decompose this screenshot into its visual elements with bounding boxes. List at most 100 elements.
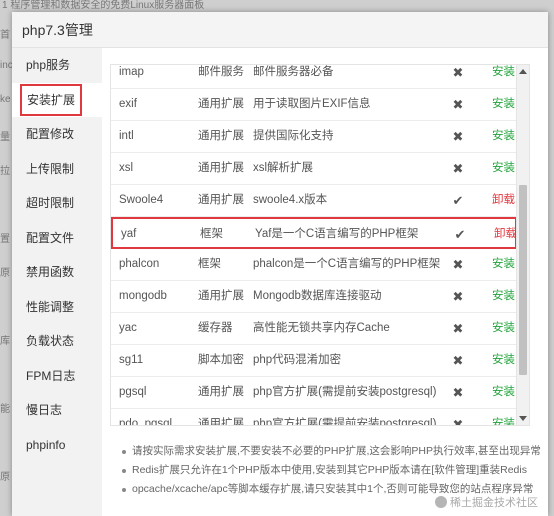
background-page-sidebar: 首 inc ke 量拉置原库能原 xyxy=(0,12,12,516)
extension-name: yac xyxy=(119,322,137,334)
not-installed-cross-icon: ✖ xyxy=(452,289,464,304)
dialog-content: imap 邮件服务 邮件服务器必备 ✖ 安装 exif 通用扩展 用于读取图片EXIF信息 ✖ 安… xyxy=(102,48,548,516)
extensions-table-body: imap 邮件服务 邮件服务器必备 ✖ 安装 exif 通用扩展 用于读取图片EXIF信息 ✖ 安… xyxy=(111,65,517,426)
juejin-logo-icon xyxy=(435,496,447,508)
uninstall-link[interactable]: 卸载 xyxy=(494,219,517,250)
sidebar-item-timeout-limit[interactable]: 超时限制 xyxy=(12,186,102,221)
extension-description: php官方扩展(需提前安装postgresql) xyxy=(253,418,437,426)
install-link[interactable]: 安装 xyxy=(492,249,515,280)
sidebar-item-performance[interactable]: 性能调整 xyxy=(12,290,102,325)
background-sidebar-fragment: 首 xyxy=(0,30,10,41)
extension-type: 通用扩展 xyxy=(198,386,244,398)
extension-type: 缓存器 xyxy=(198,322,233,334)
extension-type: 通用扩展 xyxy=(198,162,244,174)
background-sidebar-fragment: 原 xyxy=(0,268,10,279)
scroll-down-arrow-icon[interactable] xyxy=(519,416,527,421)
background-sidebar-fragment: 量 xyxy=(0,132,10,143)
extension-type: 通用扩展 xyxy=(198,98,244,110)
extension-type: 通用扩展 xyxy=(198,194,244,206)
extension-description: Mongodb数据库连接驱动 xyxy=(253,290,382,302)
dialog-title: php7.3管理 xyxy=(12,12,548,48)
extension-name: exif xyxy=(119,98,137,110)
sidebar-item-php-service[interactable]: php服务 xyxy=(12,48,102,83)
background-sidebar-fragment: 置 xyxy=(0,234,10,245)
install-link[interactable]: 安装 xyxy=(492,409,515,425)
background-sidebar-fragment: 拉 xyxy=(0,166,10,177)
extension-name: yaf xyxy=(121,228,137,240)
extension-description: swoole4.x版本 xyxy=(253,194,328,206)
note-item: Redis扩展只允许在1个PHP版本中使用,安装到其它PHP版本请在[软件管理]… xyxy=(120,461,540,480)
extension-row-swoole4: Swoole4 通用扩展 swoole4.x版本 ✔ 卸载 xyxy=(111,185,517,217)
extensions-table[interactable]: imap 邮件服务 邮件服务器必备 ✖ 安装 exif 通用扩展 用于读取图片EXIF信息 ✖ 安… xyxy=(110,64,530,426)
extension-type: 通用扩展 xyxy=(198,130,244,142)
sidebar-item-config-file[interactable]: 配置文件 xyxy=(12,221,102,256)
install-link[interactable]: 安装 xyxy=(492,153,515,184)
sidebar-item-install-extensions[interactable]: 安装扩展 xyxy=(12,82,102,117)
extension-description: phalcon是一个C语言编写的PHP框架 xyxy=(253,258,441,270)
watermark: 稀土掘金技术社区 xyxy=(435,494,538,510)
extension-type: 通用扩展 xyxy=(198,418,244,426)
sidebar-item-load-status[interactable]: 负载状态 xyxy=(12,324,102,359)
not-installed-cross-icon: ✖ xyxy=(452,353,464,368)
note-item: 请按实际需求安装扩展,不要安装不必要的PHP扩展,这会影响PHP执行效率,甚至出… xyxy=(120,442,541,461)
extension-row-phalcon: phalcon 框架 phalcon是一个C语言编写的PHP框架 ✖ 安装 xyxy=(111,249,517,281)
extension-description: 提供国际化支持 xyxy=(253,130,334,142)
sidebar-item-fpm-log[interactable]: FPM日志 xyxy=(12,359,102,394)
extension-row-sg11: sg11 脚本加密 php代码混淆加密 ✖ 安装 xyxy=(111,345,517,377)
extension-name: xsl xyxy=(119,162,134,174)
extension-row-yac: yac 缓存器 高性能无锁共享内存Cache ✖ 安装 xyxy=(111,313,517,345)
extension-description: php官方扩展(需提前安装postgresql) xyxy=(253,386,437,398)
not-installed-cross-icon: ✖ xyxy=(452,97,464,112)
background-page-edge xyxy=(548,12,554,516)
extension-name: phalcon xyxy=(119,258,160,270)
sidebar-item-config-edit[interactable]: 配置修改 xyxy=(12,117,102,152)
dialog-sidebar: php服务 安装扩展 配置修改 上传限制 超时限制 配置文件 禁用函数 性能调整… xyxy=(12,48,102,516)
watermark-text: 稀土掘金技术社区 xyxy=(450,497,538,509)
extension-type: 邮件服务 xyxy=(198,66,244,78)
extension-row-exif: exif 通用扩展 用于读取图片EXIF信息 ✖ 安装 xyxy=(111,89,517,121)
background-sidebar-fragment: inc xyxy=(0,60,12,71)
not-installed-cross-icon: ✖ xyxy=(452,161,464,176)
background-sidebar-fragment: ke xyxy=(0,94,11,105)
scroll-up-arrow-icon[interactable] xyxy=(519,69,527,74)
notes-list: 请按实际需求安装扩展,不要安装不必要的PHP扩展,这会影响PHP执行效率,甚至出… xyxy=(120,442,541,499)
sidebar-item-slow-log[interactable]: 慢日志 xyxy=(12,393,102,428)
not-installed-cross-icon: ✖ xyxy=(452,65,464,80)
install-link[interactable]: 安装 xyxy=(492,121,515,152)
extension-name: Swoole4 xyxy=(119,194,164,206)
scrollbar-thumb[interactable] xyxy=(519,185,527,375)
extension-name: pdo_pgsql xyxy=(119,418,173,426)
extension-description: 邮件服务器必备 xyxy=(253,66,334,78)
extension-name: pgsql xyxy=(119,386,147,398)
uninstall-link[interactable]: 卸载 xyxy=(492,185,515,216)
extension-type: 框架 xyxy=(198,258,221,270)
table-scrollbar[interactable] xyxy=(516,65,529,425)
install-link[interactable]: 安装 xyxy=(492,281,515,312)
extension-row-yaf: yaf 框架 Yaf是一个C语言编写的PHP框架 ✔ 卸载 xyxy=(111,217,517,249)
install-link[interactable]: 安装 xyxy=(492,65,515,88)
background-page-title: 1 程序管理和数据安全的免费Linux服务器面板 xyxy=(2,0,205,11)
install-link[interactable]: 安装 xyxy=(492,377,515,408)
sidebar-item-phpinfo[interactable]: phpinfo xyxy=(12,428,102,463)
sidebar-item-disabled-functions[interactable]: 禁用函数 xyxy=(12,255,102,290)
install-link[interactable]: 安装 xyxy=(492,313,515,344)
installed-check-icon: ✔ xyxy=(452,193,464,208)
extension-row-pdo_pgsql: pdo_pgsql 通用扩展 php官方扩展(需提前安装postgresql) ✖ 安装 xyxy=(111,409,517,426)
extension-description: 高性能无锁共享内存Cache xyxy=(253,322,390,334)
extension-row-intl: intl 通用扩展 提供国际化支持 ✖ 安装 xyxy=(111,121,517,153)
extension-description: php代码混淆加密 xyxy=(253,354,342,366)
not-installed-cross-icon: ✖ xyxy=(452,321,464,336)
sidebar-item-upload-limit[interactable]: 上传限制 xyxy=(12,152,102,187)
extension-row-xsl: xsl 通用扩展 xsl解析扩展 ✖ 安装 xyxy=(111,153,517,185)
extension-type: 脚本加密 xyxy=(198,354,244,366)
not-installed-cross-icon: ✖ xyxy=(452,129,464,144)
background-sidebar-fragment: 原 xyxy=(0,472,10,483)
install-link[interactable]: 安装 xyxy=(492,89,515,120)
not-installed-cross-icon: ✖ xyxy=(452,257,464,272)
install-link[interactable]: 安装 xyxy=(492,345,515,376)
php-manager-dialog: php7.3管理 php服务 安装扩展 配置修改 上传限制 超时限制 配置文件 … xyxy=(12,12,548,516)
extension-row-imap: imap 邮件服务 邮件服务器必备 ✖ 安装 xyxy=(111,65,517,89)
extension-name: sg11 xyxy=(119,354,144,366)
installed-check-icon: ✔ xyxy=(454,227,466,242)
extension-description: 用于读取图片EXIF信息 xyxy=(253,98,371,110)
